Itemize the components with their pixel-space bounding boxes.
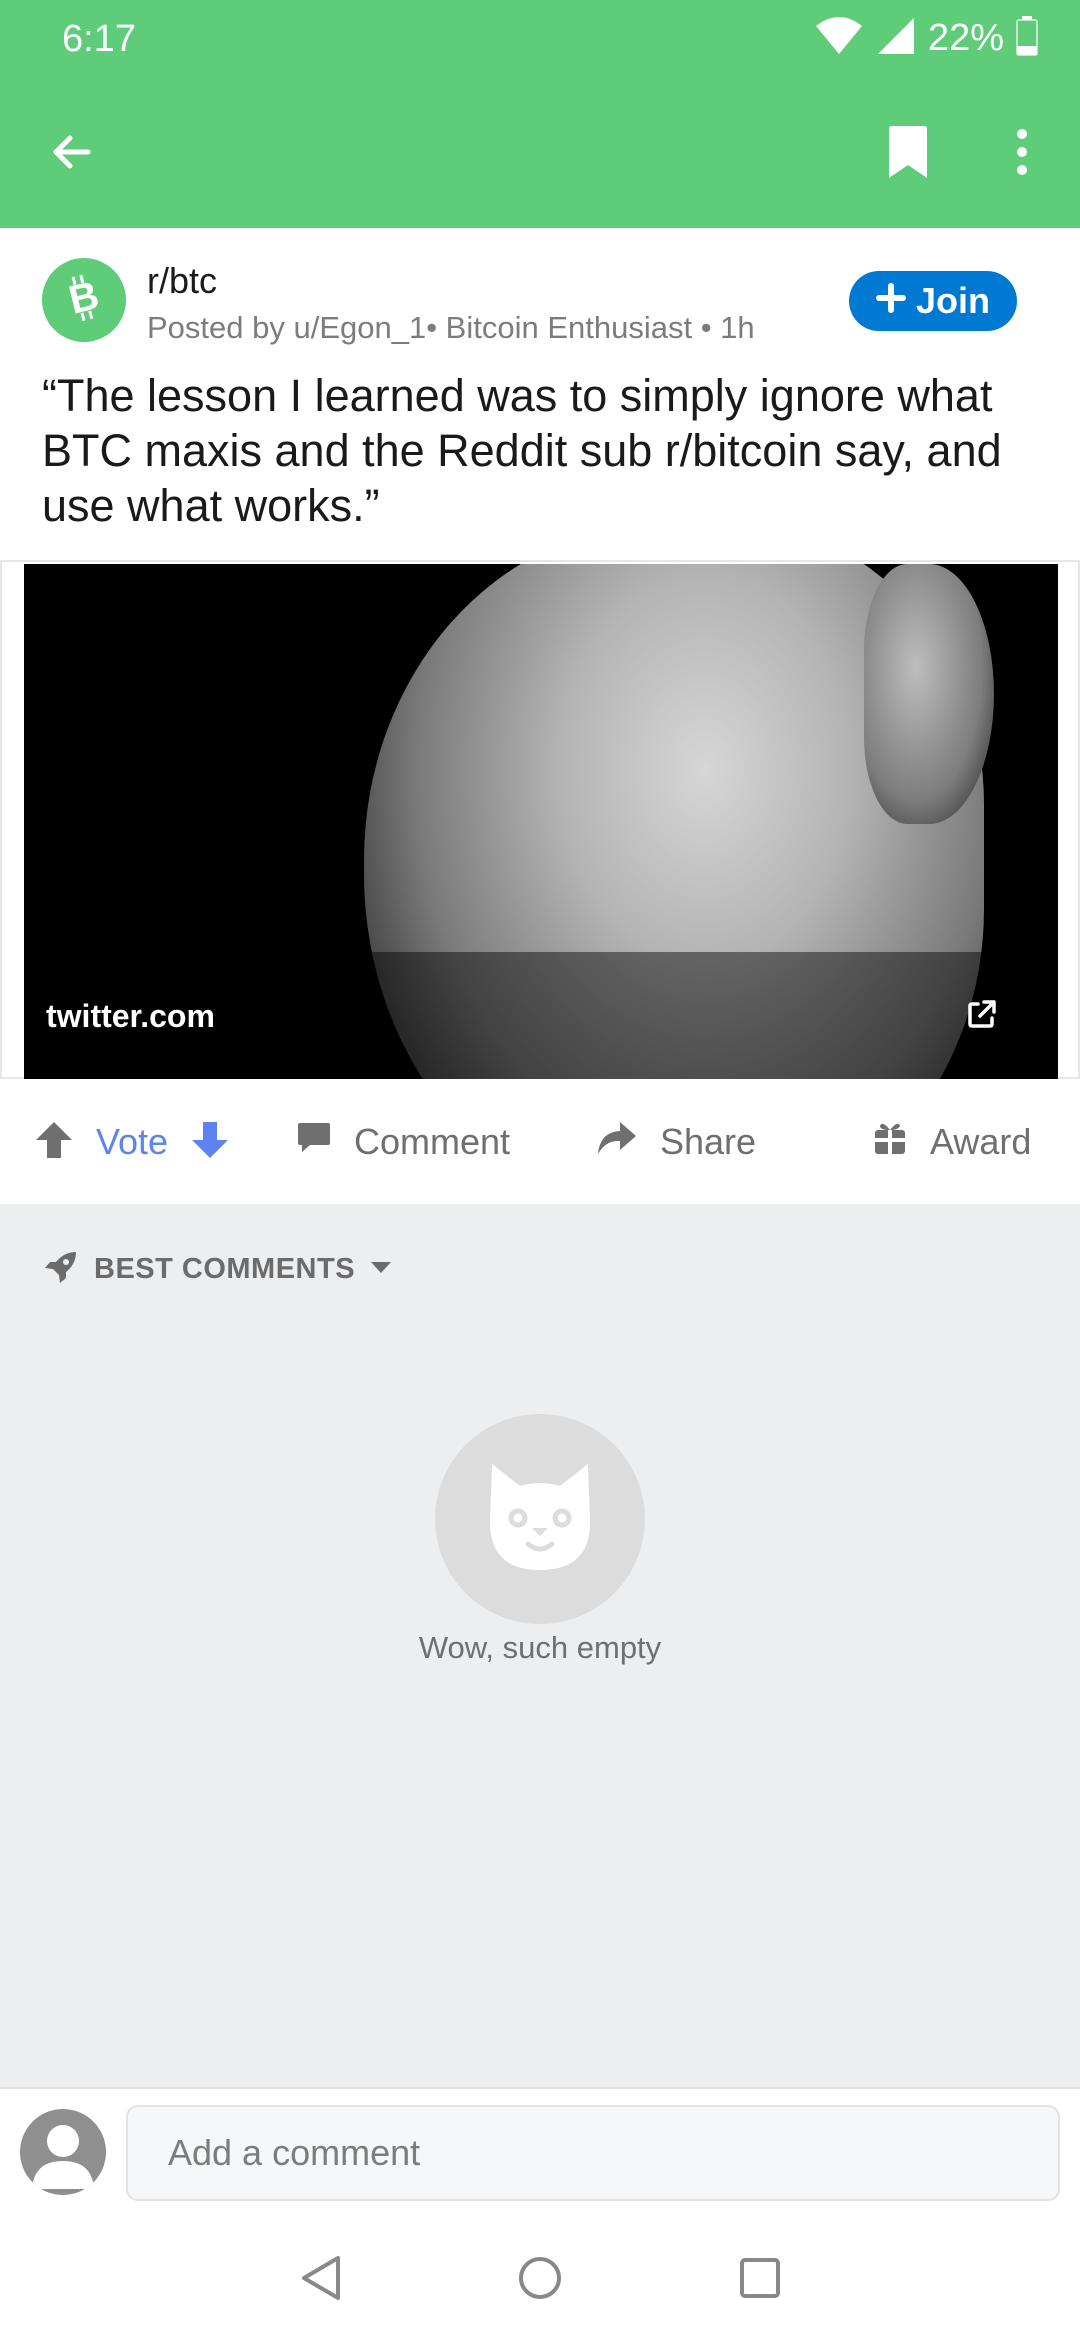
award-button[interactable]: Award: [872, 1110, 1031, 1174]
empty-state-image: [435, 1414, 645, 1624]
rocket-icon: [42, 1248, 80, 1291]
app-bar: [0, 78, 1080, 228]
empty-state-text: Wow, such empty: [418, 1630, 662, 1665]
more-options-button[interactable]: [986, 118, 1058, 190]
vote-group: Vote: [34, 1110, 230, 1174]
battery-percent: 22%: [927, 16, 1004, 59]
status-bar: 6:17 22%: [0, 0, 1080, 78]
share-label: Share: [660, 1121, 757, 1162]
sort-label: BEST COMMENTS: [94, 1252, 356, 1285]
system-nav-bar: [0, 2220, 1080, 2340]
upvote-icon[interactable]: [34, 1120, 74, 1165]
external-link-icon: [964, 996, 1000, 1032]
comment-sort-dropdown[interactable]: BEST COMMENTS: [42, 1244, 393, 1294]
nav-recents-button[interactable]: [730, 2250, 790, 2310]
nav-home-button[interactable]: [510, 2250, 570, 2310]
post-header: B r/btc Posted by u/Egon_1• Bitcoin Enth…: [0, 228, 1080, 558]
share-icon: [596, 1120, 638, 1165]
comment-icon: [296, 1120, 332, 1165]
more-vert-icon: [1016, 128, 1028, 181]
triangle-back-icon: [298, 2254, 342, 2307]
user-avatar[interactable]: [20, 2109, 106, 2195]
award-label: Award: [930, 1121, 1032, 1162]
comment-label: Comment: [354, 1121, 511, 1162]
subreddit-avatar[interactable]: B: [42, 258, 126, 342]
comment-input[interactable]: [126, 2105, 1060, 2201]
plus-icon: [875, 280, 906, 322]
share-button[interactable]: Share: [596, 1110, 756, 1174]
nav-back-button[interactable]: [290, 2250, 350, 2310]
post-meta: Posted by u/Egon_1• Bitcoin Enthusiast •…: [147, 310, 755, 345]
battery-icon: [1016, 15, 1038, 61]
cat-face-icon: [482, 1462, 598, 1577]
comments-section: BEST COMMENTS Wow, such empty: [0, 1204, 1080, 2087]
subreddit-name[interactable]: r/btc: [147, 260, 217, 302]
post-action-bar: Vote Comment Share Award: [0, 1080, 1080, 1204]
link-domain: twitter.com: [46, 998, 215, 1034]
square-recents-icon: [738, 2256, 782, 2305]
comment-bar: [0, 2087, 1080, 2220]
status-icons: 22%: [814, 15, 1038, 61]
bookmark-button[interactable]: [872, 118, 944, 190]
signal-icon: [876, 16, 916, 61]
join-label: Join: [915, 280, 990, 321]
back-button[interactable]: [36, 118, 108, 190]
status-time: 6:17: [62, 18, 136, 60]
circle-home-icon: [516, 2254, 564, 2307]
bookmark-icon: [885, 125, 931, 184]
gift-icon: [872, 1120, 908, 1165]
wifi-icon: [814, 16, 864, 61]
join-button[interactable]: Join: [849, 271, 1017, 331]
caret-down-icon: [369, 1259, 393, 1280]
ear-photo-shape: [864, 564, 994, 824]
link-preview-card[interactable]: twitter.com: [0, 560, 1080, 1079]
post-title: “The lesson I learned was to simply igno…: [42, 370, 1002, 531]
bitcoin-cash-icon: B: [56, 270, 112, 331]
back-arrow-icon: [48, 128, 96, 181]
comment-button[interactable]: Comment: [296, 1110, 510, 1174]
vote-label: Vote: [96, 1121, 169, 1162]
downvote-icon[interactable]: [190, 1120, 230, 1165]
